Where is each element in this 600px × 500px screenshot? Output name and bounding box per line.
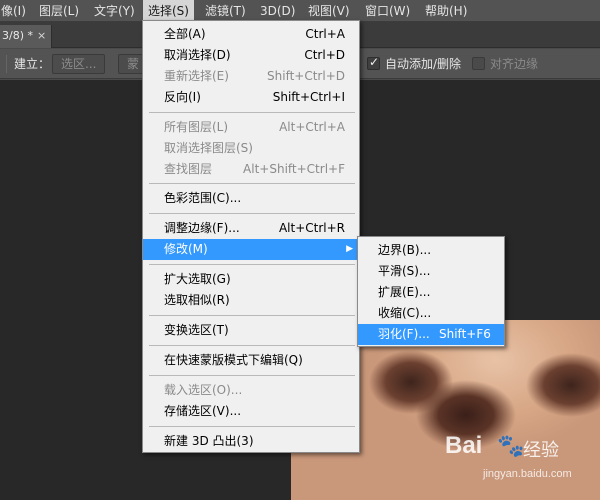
menu-item-label: 在快速蒙版模式下编辑(Q) <box>164 353 303 367</box>
options-divider <box>6 55 7 73</box>
menu-window[interactable]: 窗口(W) <box>360 0 415 22</box>
menu-item-shortcut: Alt+Ctrl+A <box>279 120 345 134</box>
document-tab[interactable]: 3/8) * × <box>0 25 52 48</box>
menu-item-label: 修改(M) <box>164 242 208 256</box>
menu-item-label: 色彩范围(C)... <box>164 191 242 205</box>
watermark-url: jingyan.baidu.com <box>483 468 572 480</box>
menu-item-grow[interactable]: 扩大选取(G) <box>143 269 359 290</box>
document-tab-title: 3/8) * <box>2 29 33 42</box>
menu-separator <box>149 183 355 184</box>
menu-select[interactable]: 选择(S) <box>143 0 194 22</box>
submenu-item-contract[interactable]: 收缩(C)... <box>358 303 504 324</box>
submenu-arrow-icon: ▶ <box>346 244 353 254</box>
menu-item-deselect-layers[interactable]: 取消选择图层(S) <box>143 138 359 159</box>
menu-item-color-range[interactable]: 色彩范围(C)... <box>143 188 359 209</box>
menu-bar: 像(I) 图层(L) 文字(Y) 选择(S) 滤镜(T) 3D(D) 视图(V)… <box>0 0 600 22</box>
menu-item-shortcut: Alt+Ctrl+R <box>278 221 345 235</box>
menu-item-shortcut: Alt+Shift+Ctrl+F <box>243 162 345 176</box>
menu-item-similar[interactable]: 选取相似(R) <box>143 290 359 311</box>
menu-item-label: 新建 3D 凸出(3) <box>164 434 254 448</box>
menu-layer[interactable]: 图层(L) <box>34 0 84 22</box>
menu-item-deselect[interactable]: 取消选择(D) Ctrl+D <box>143 45 359 66</box>
paw-icon: 🐾 <box>497 434 525 459</box>
menu-item-shortcut: Ctrl+A <box>305 27 345 41</box>
submenu-item-expand[interactable]: 扩展(E)... <box>358 282 504 303</box>
submenu-item-feather[interactable]: 羽化(F)... Shift+F6 <box>358 324 504 345</box>
close-icon[interactable]: × <box>37 25 46 47</box>
menu-item-label: 选取相似(R) <box>164 293 230 307</box>
build-label: 建立： <box>14 57 51 71</box>
menu-item-label: 查找图层 <box>164 162 213 176</box>
menu-type[interactable]: 文字(Y) <box>89 0 140 22</box>
menu-item-label: 取消选择(D) <box>164 48 231 62</box>
menu-3d[interactable]: 3D(D) <box>255 0 300 22</box>
submenu-item-label: 收缩(C)... <box>378 306 432 320</box>
menu-item-label: 扩大选取(G) <box>164 272 231 286</box>
menu-separator <box>149 213 355 214</box>
menu-item-label: 所有图层(L) <box>164 120 229 134</box>
menu-filter[interactable]: 滤镜(T) <box>200 0 251 22</box>
menu-item-quick-mask[interactable]: 在快速蒙版模式下编辑(Q) <box>143 350 359 371</box>
submenu-item-label: 平滑(S)... <box>378 264 431 278</box>
menu-item-shortcut: Shift+Ctrl+D <box>267 69 345 83</box>
menu-separator <box>149 264 355 265</box>
align-edges-label: 对齐边缘 <box>490 57 539 71</box>
menu-item-new-3d-extrusion[interactable]: 新建 3D 凸出(3) <box>143 431 359 452</box>
align-edges-checkbox[interactable] <box>472 57 485 70</box>
submenu-item-border[interactable]: 边界(B)... <box>358 240 504 261</box>
submenu-item-label: 边界(B)... <box>378 243 432 257</box>
menu-item-label: 调整边缘(F)... <box>164 221 240 235</box>
auto-add-delete-checkbox[interactable] <box>367 55 380 70</box>
watermark-text: 经验 <box>523 440 559 461</box>
select-menu: 全部(A) Ctrl+A 取消选择(D) Ctrl+D 重新选择(E) Shif… <box>142 20 360 453</box>
menu-item-label: 变换选区(T) <box>164 323 229 337</box>
menu-item-all-layers[interactable]: 所有图层(L) Alt+Ctrl+A <box>143 117 359 138</box>
menu-item-label: 重新选择(E) <box>164 69 229 83</box>
menu-item-load-selection[interactable]: 载入选区(O)... <box>143 380 359 401</box>
make-selection-button[interactable]: 选区... <box>52 54 106 74</box>
menu-item-reselect[interactable]: 重新选择(E) Shift+Ctrl+D <box>143 66 359 87</box>
menu-separator <box>149 345 355 346</box>
submenu-item-label: 羽化(F)... <box>378 327 430 341</box>
menu-image[interactable]: 像(I) <box>0 0 31 22</box>
menu-item-inverse[interactable]: 反向(I) Shift+Ctrl+I <box>143 87 359 108</box>
menu-item-label: 取消选择图层(S) <box>164 141 253 155</box>
menu-item-label: 反向(I) <box>164 90 201 104</box>
watermark: Bai 🐾 经验 jingyan.baidu.com <box>445 430 595 490</box>
menu-view[interactable]: 视图(V) <box>303 0 355 22</box>
watermark-logo: Bai <box>445 432 483 459</box>
submenu-item-shortcut: Shift+F6 <box>439 327 491 341</box>
menu-item-find-layers[interactable]: 查找图层 Alt+Shift+Ctrl+F <box>143 159 359 180</box>
menu-item-modify[interactable]: 修改(M) ▶ <box>143 239 359 260</box>
menu-item-transform-selection[interactable]: 变换选区(T) <box>143 320 359 341</box>
menu-item-save-selection[interactable]: 存储选区(V)... <box>143 401 359 422</box>
modify-submenu: 边界(B)... 平滑(S)... 扩展(E)... 收缩(C)... 羽化(F… <box>357 236 505 347</box>
auto-add-delete-label: 自动添加/删除 <box>385 57 462 71</box>
menu-item-shortcut: Shift+Ctrl+I <box>272 90 345 104</box>
menu-item-all[interactable]: 全部(A) Ctrl+A <box>143 24 359 45</box>
menu-separator <box>149 375 355 376</box>
menu-help[interactable]: 帮助(H) <box>420 0 472 22</box>
menu-item-refine-edge[interactable]: 调整边缘(F)... Alt+Ctrl+R <box>143 218 359 239</box>
menu-separator <box>149 426 355 427</box>
menu-item-shortcut: Ctrl+D <box>304 48 345 62</box>
menu-item-label: 存储选区(V)... <box>164 404 242 418</box>
menu-item-label: 全部(A) <box>164 27 206 41</box>
menu-separator <box>149 315 355 316</box>
submenu-item-smooth[interactable]: 平滑(S)... <box>358 261 504 282</box>
menu-item-label: 载入选区(O)... <box>164 383 243 397</box>
menu-separator <box>149 112 355 113</box>
submenu-item-label: 扩展(E)... <box>378 285 431 299</box>
